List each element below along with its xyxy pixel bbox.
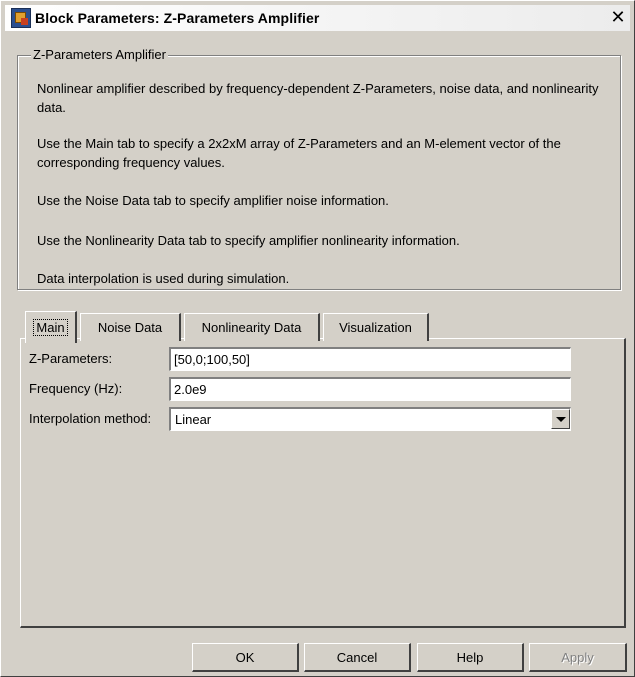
description-line: Nonlinear amplifier described by frequen… xyxy=(37,81,599,115)
tab-visualization[interactable]: Visualization xyxy=(323,313,429,341)
tab-noise-data[interactable]: Noise Data xyxy=(80,313,181,341)
frequency-label: Frequency (Hz): xyxy=(29,381,123,396)
group-legend: Z-Parameters Amplifier xyxy=(31,47,168,62)
frequency-input[interactable] xyxy=(169,377,571,401)
dialog-window: Block Parameters: Z-Parameters Amplifier… xyxy=(0,0,635,677)
tab-nonlinearity-data[interactable]: Nonlinearity Data xyxy=(184,313,320,341)
chevron-down-icon xyxy=(555,416,566,422)
z-parameters-input[interactable] xyxy=(169,347,571,371)
window-title: Block Parameters: Z-Parameters Amplifier xyxy=(35,10,320,26)
dropdown-button[interactable] xyxy=(551,409,570,429)
z-parameters-label: Z-Parameters: xyxy=(29,351,113,366)
interpolation-method-select[interactable]: Linear xyxy=(169,407,571,431)
tab-main[interactable]: Main xyxy=(25,311,77,343)
help-button[interactable]: Help xyxy=(417,643,524,672)
interpolation-method-label: Interpolation method: xyxy=(29,411,152,426)
description-line: Use the Nonlinearity Data tab to specify… xyxy=(37,233,460,248)
close-icon: ✕ xyxy=(610,7,626,28)
description-line: Use the Noise Data tab to specify amplif… xyxy=(37,193,389,208)
interpolation-method-value: Linear xyxy=(175,412,212,427)
description-line: Data interpolation is used during simula… xyxy=(37,271,290,286)
ok-button[interactable]: OK xyxy=(192,643,299,672)
description-line: Use the Main tab to specify a 2x2xM arra… xyxy=(37,136,561,170)
cancel-button[interactable]: Cancel xyxy=(304,643,411,672)
simulink-block-icon xyxy=(11,8,31,28)
close-button[interactable]: ✕ xyxy=(608,8,628,28)
title-bar[interactable]: Block Parameters: Z-Parameters Amplifier… xyxy=(5,5,630,31)
apply-button[interactable]: Apply xyxy=(529,643,627,672)
